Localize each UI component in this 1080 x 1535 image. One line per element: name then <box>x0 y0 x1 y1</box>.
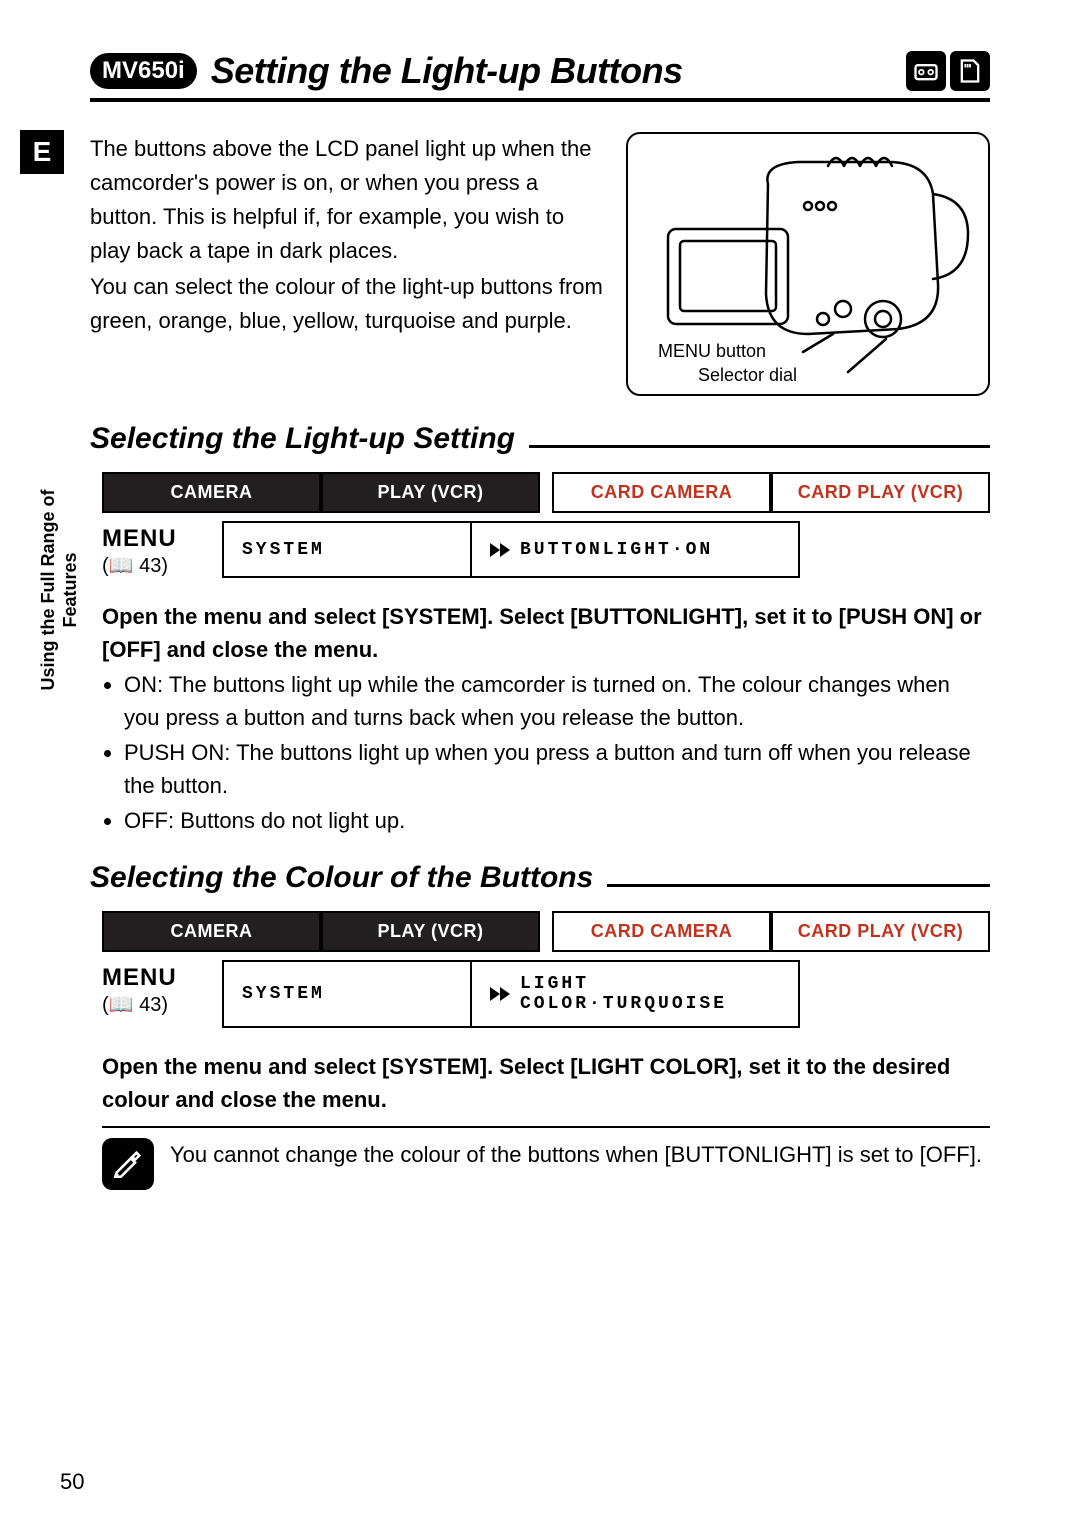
section2-note: You cannot change the colour of the butt… <box>102 1126 990 1190</box>
mode-card-play-vcr: CARD PLAY (VCR) <box>771 911 990 952</box>
mode-camera: CAMERA <box>102 472 321 513</box>
section1-heading: Selecting the Light-up Setting <box>90 422 990 456</box>
intro-paragraph-1: The buttons above the LCD panel light up… <box>90 132 608 268</box>
menu-label: MENU <box>102 525 222 553</box>
page-header: MV650i Setting the Light-up Buttons <box>90 50 990 102</box>
mode-card-play-vcr: CARD PLAY (VCR) <box>771 472 990 513</box>
illus-label-dial: Selector dial <box>698 365 797 386</box>
section2-heading: Selecting the Colour of the Buttons <box>90 861 990 895</box>
menu-label: MENU <box>102 964 222 992</box>
section1-instruction: Open the menu and select [SYSTEM]. Selec… <box>102 600 990 666</box>
tape-icon <box>906 51 946 91</box>
illus-label-menu: MENU button <box>658 341 766 362</box>
mode-card-camera: CARD CAMERA <box>552 911 771 952</box>
section2-instruction: Open the menu and select [SYSTEM]. Selec… <box>102 1050 990 1116</box>
menu-path-system: SYSTEM <box>222 960 472 1028</box>
option-off: OFF: Buttons do not light up. <box>124 804 990 837</box>
card-icon <box>950 51 990 91</box>
note-icon <box>102 1138 154 1190</box>
option-on: ON: The buttons light up while the camco… <box>124 668 990 734</box>
mode-play-vcr: PLAY (VCR) <box>321 911 540 952</box>
section2-menu-path: MENU (📖 43) SYSTEM LIGHT COLOR·TURQUOISE <box>102 960 990 1028</box>
section2-mode-bar: CAMERA PLAY (VCR) CARD CAMERA CARD PLAY … <box>102 911 990 952</box>
page-title: Setting the Light-up Buttons <box>211 50 906 92</box>
section1-options: ON: The buttons light up while the camco… <box>102 668 990 837</box>
intro-text: The buttons above the LCD panel light up… <box>90 132 608 396</box>
menu-page-ref: (📖 43) <box>102 553 222 578</box>
option-push-on: PUSH ON: The buttons light up when you p… <box>124 736 990 802</box>
note-text: You cannot change the colour of the butt… <box>170 1138 982 1171</box>
menu-path-lightcolor: LIGHT COLOR·TURQUOISE <box>472 960 800 1028</box>
section1-mode-bar: CAMERA PLAY (VCR) CARD CAMERA CARD PLAY … <box>102 472 990 513</box>
title-icons <box>906 51 990 91</box>
menu-page-ref: (📖 43) <box>102 992 222 1017</box>
mode-card-camera: CARD CAMERA <box>552 472 771 513</box>
camcorder-illustration: MENU button Selector dial <box>626 132 990 396</box>
side-label: Using the Full Range of Features <box>38 480 81 700</box>
model-badge: MV650i <box>90 53 197 89</box>
section2-heading-text: Selecting the Colour of the Buttons <box>90 861 593 895</box>
section-tab: E <box>20 130 64 174</box>
mode-play-vcr: PLAY (VCR) <box>321 472 540 513</box>
menu-path-buttonlight: BUTTONLIGHT·ON <box>472 521 800 578</box>
section1-heading-text: Selecting the Light-up Setting <box>90 422 515 456</box>
page-number: 50 <box>60 1469 84 1495</box>
mode-camera: CAMERA <box>102 911 321 952</box>
section1-menu-path: MENU (📖 43) SYSTEM BUTTONLIGHT·ON <box>102 521 990 578</box>
intro-paragraph-2: You can select the colour of the light-u… <box>90 270 608 338</box>
menu-path-system: SYSTEM <box>222 521 472 578</box>
